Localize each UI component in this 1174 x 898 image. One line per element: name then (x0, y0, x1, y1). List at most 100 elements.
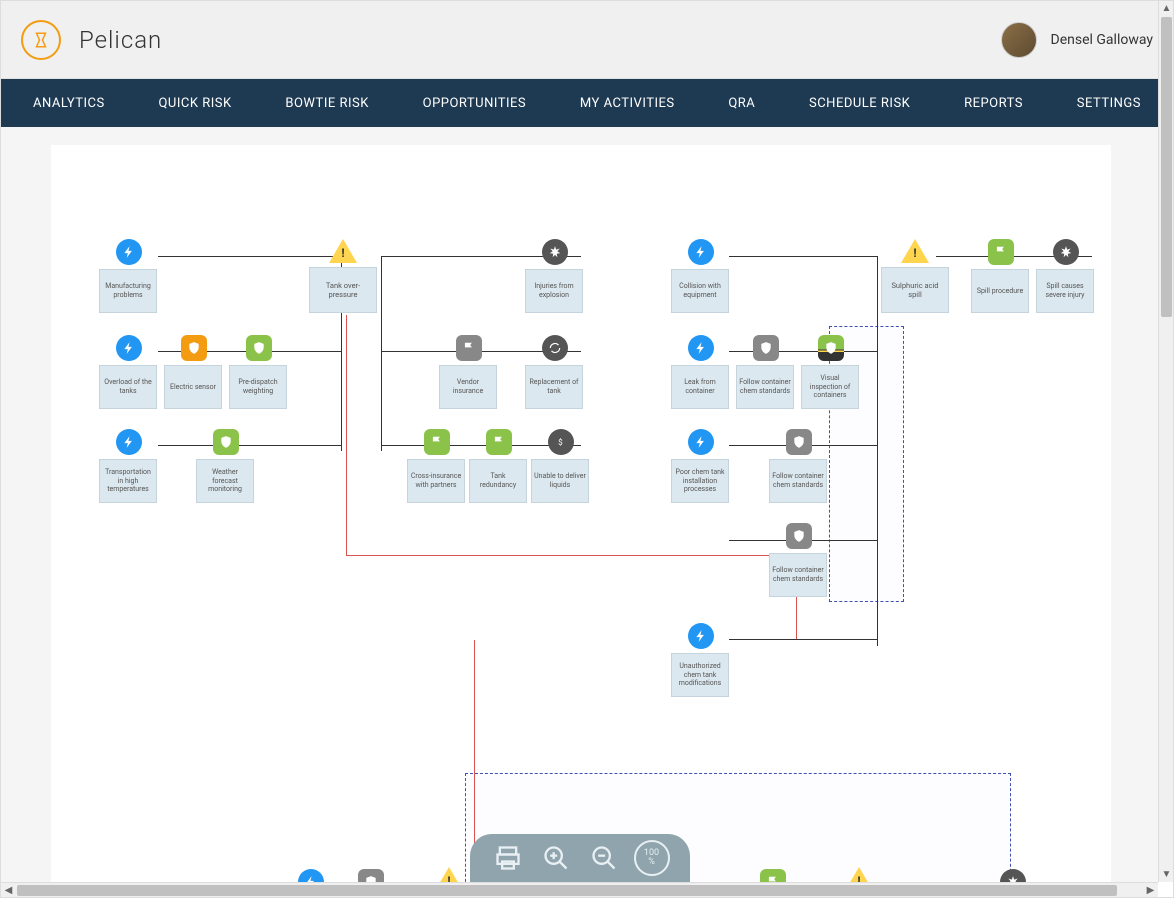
nav-bowtie-risk[interactable]: BOWTIE RISK (285, 96, 369, 111)
barrier-node[interactable]: Vendor insurance (439, 335, 499, 409)
node-label: Manufacturing problems (102, 282, 154, 300)
cause-node[interactable] (281, 869, 341, 882)
shield-user-icon (246, 335, 272, 361)
node-label: Cross-insurance with partners (410, 472, 462, 490)
consequence-node[interactable]: $ Unable to deliver liquids (531, 429, 591, 503)
node-label: Injuries from explosion (528, 282, 580, 300)
cause-node[interactable]: Poor chem tank installation processes (671, 429, 731, 503)
burst-icon (1000, 869, 1026, 882)
cause-node[interactable]: Manufacturing problems (99, 239, 159, 313)
barrier-node[interactable]: Spill procedure (971, 239, 1031, 313)
consequence-node[interactable]: Injuries from explosion (525, 239, 585, 313)
hazard-label: Tank over-pressure (313, 281, 373, 300)
burst-icon (542, 239, 568, 265)
zoom-toolbar: 100 % (470, 834, 690, 882)
hazard-icon (435, 867, 463, 882)
scrollbar-thumb[interactable] (17, 885, 1117, 896)
hazard-card-left[interactable]: Tank over-pressure (309, 267, 377, 313)
nav-qra[interactable]: QRA (728, 96, 755, 111)
bolt-icon (116, 429, 142, 455)
zoom-in-button[interactable] (538, 840, 574, 876)
nav-quick-risk[interactable]: QUICK RISK (158, 96, 231, 111)
node-label: Follow container chem standards (739, 378, 791, 396)
shield-icon (181, 335, 207, 361)
barrier-node[interactable] (743, 869, 803, 882)
diagram-viewport[interactable]: Tank over-pressure Sulphuric acid spill … (1, 127, 1158, 882)
node-label: Spill causes severe injury (1039, 282, 1091, 300)
nav-opportunities[interactable]: OPPORTUNITIES (423, 96, 527, 111)
flag-icon (760, 869, 786, 882)
shield-icon (786, 523, 812, 549)
node-label: Weather forecast monitoring (199, 468, 251, 494)
flag-icon (424, 429, 450, 455)
node-label: Follow container chem standards (772, 566, 824, 584)
hazard-label: Sulphuric acid spill (885, 281, 945, 300)
node-label: Transportation in high temperatures (102, 468, 154, 494)
consequence-node[interactable]: Spill causes severe injury (1036, 239, 1096, 313)
barrier-node[interactable]: Follow container chem standards (769, 429, 829, 503)
node-label: Leak from container (674, 378, 726, 396)
flag-icon (486, 429, 512, 455)
scrollbar-thumb[interactable] (1161, 17, 1172, 317)
node-label: Collision with equipment (674, 282, 726, 300)
bolt-icon (116, 335, 142, 361)
bolt-icon (688, 429, 714, 455)
node-label: Spill procedure (977, 287, 1023, 296)
zoom-out-button[interactable] (586, 840, 622, 876)
shield-icon (213, 429, 239, 455)
consequence-node[interactable]: Replacement of tank (525, 335, 585, 409)
node-label: Visual inspection of containers (804, 374, 856, 400)
bolt-icon (688, 623, 714, 649)
cause-node[interactable]: Leak from container (671, 335, 731, 409)
refresh-icon (542, 335, 568, 361)
hazard-icon (845, 867, 873, 882)
barrier-node[interactable]: Follow container chem standards (736, 335, 796, 409)
node-label: Unable to deliver liquids (534, 472, 586, 490)
barrier-node[interactable] (341, 869, 401, 882)
consequence-node[interactable] (983, 869, 1043, 882)
flag-icon (456, 335, 482, 361)
nav-schedule-risk[interactable]: SCHEDULE RISK (809, 96, 910, 111)
app-header: Pelican Densel Galloway (1, 1, 1173, 79)
node-label: Overload of the tanks (102, 378, 154, 396)
cause-node[interactable]: Transportation in high temperatures (99, 429, 159, 503)
vertical-scrollbar[interactable]: ▲ ▼ (1158, 1, 1173, 882)
node-label: Replacement of tank (528, 378, 580, 396)
shield-icon (753, 335, 779, 361)
node-label: Pre-dispatch weighting (232, 378, 284, 396)
cause-node[interactable]: Collision with equipment (671, 239, 731, 313)
diagram-canvas[interactable]: Tank over-pressure Sulphuric acid spill … (51, 145, 1111, 882)
barrier-node[interactable]: Follow container chem standards (769, 523, 829, 597)
horizontal-scrollbar[interactable]: ◀ ▶ (1, 882, 1158, 897)
barrier-node[interactable]: Pre-dispatch weighting (229, 335, 289, 409)
barrier-node[interactable]: Electric sensor (164, 335, 224, 409)
bolt-icon (116, 239, 142, 265)
barrier-node[interactable]: Tank redundancy (469, 429, 529, 503)
barrier-node[interactable]: Weather forecast monitoring (196, 429, 256, 503)
user-menu[interactable]: Densel Galloway (1001, 22, 1153, 58)
nav-my-activities[interactable]: MY ACTIVITIES (580, 96, 675, 111)
dollar-icon: $ (548, 429, 574, 455)
cause-node[interactable]: Unauthorized chem tank modifications (671, 623, 731, 697)
node-label: Poor chem tank installation processes (674, 468, 726, 494)
hazard-icon (329, 239, 357, 263)
bolt-icon (688, 239, 714, 265)
nav-analytics[interactable]: ANALYTICS (33, 96, 105, 111)
hazard-icon (901, 239, 929, 263)
node-label: Unauthorized chem tank modifications (674, 662, 726, 688)
brand-name: Pelican (79, 26, 162, 54)
svg-text:$: $ (558, 437, 563, 447)
nav-settings[interactable]: SETTINGS (1077, 96, 1141, 111)
zoom-pct-sign: % (648, 858, 655, 867)
bolt-icon (298, 869, 324, 882)
barrier-node[interactable]: Cross-insurance with partners (407, 429, 467, 503)
burst-icon (1053, 239, 1079, 265)
nav-reports[interactable]: REPORTS (964, 96, 1023, 111)
print-button[interactable] (490, 840, 526, 876)
bolt-icon (688, 335, 714, 361)
cause-node[interactable]: Overload of the tanks (99, 335, 159, 409)
zoom-reset-button[interactable]: 100 % (634, 840, 670, 876)
barrier-node[interactable]: Visual inspection of containers (801, 335, 861, 409)
hazard-card-right[interactable]: Sulphuric acid spill (881, 267, 949, 313)
shield-icon (358, 869, 384, 882)
